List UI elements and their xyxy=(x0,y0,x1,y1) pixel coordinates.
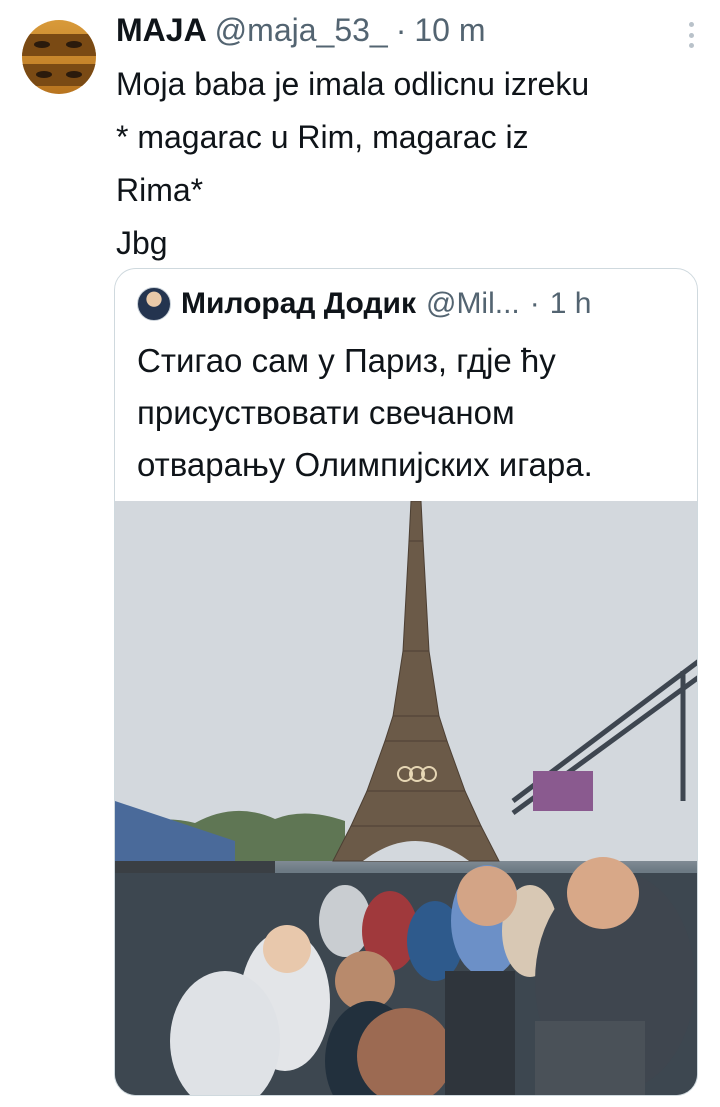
quoted-text-line: Стигао сам у Париз, гдје ћу xyxy=(137,342,556,379)
quoted-text-line: присуствовати свечаном xyxy=(137,394,515,431)
quoted-handle[interactable]: @Mil... xyxy=(426,287,520,321)
quoted-timestamp[interactable]: 1 h xyxy=(550,287,592,321)
quoted-header: Милорад Додик @Mil... · 1 h xyxy=(137,287,591,321)
quoted-text-line: отварању Олимпијских игара. xyxy=(137,446,593,483)
avatar[interactable] xyxy=(22,20,96,94)
quoted-display-name[interactable]: Милорад Додик xyxy=(181,287,416,321)
quoted-photo[interactable] xyxy=(115,501,697,1095)
tweet[interactable]: MAJA @maja_53_ · 10 m Moja baba je imala… xyxy=(0,0,720,1107)
more-vertical-icon[interactable] xyxy=(688,22,694,48)
quoted-tweet[interactable]: Милорад Додик @Mil... · 1 h Стигао сам у… xyxy=(114,268,698,1096)
quoted-separator-dot: · xyxy=(529,287,540,320)
tweet-header: MAJA @maja_53_ · 10 m xyxy=(116,12,486,49)
quoted-avatar[interactable] xyxy=(137,287,171,321)
timestamp[interactable]: 10 m xyxy=(414,12,485,49)
tweet-text-line: Rima* xyxy=(116,172,204,208)
tweet-text-line: Moja baba je imala odlicnu izreku xyxy=(116,66,590,102)
tweet-text-line: Jbg xyxy=(116,225,168,261)
quoted-text: Стигао сам у Париз, гдје ћу присуствоват… xyxy=(137,335,593,491)
user-handle[interactable]: @maja_53_ xyxy=(215,12,388,49)
separator-dot: · xyxy=(395,12,407,48)
eiffel-tower-stadium-image xyxy=(115,501,697,1095)
display-name[interactable]: MAJA xyxy=(116,12,207,49)
tweet-text: Moja baba je imala odlicnu izreku * maga… xyxy=(116,58,706,270)
tweet-text-line: * magarac u Rim, magarac iz xyxy=(116,119,529,155)
